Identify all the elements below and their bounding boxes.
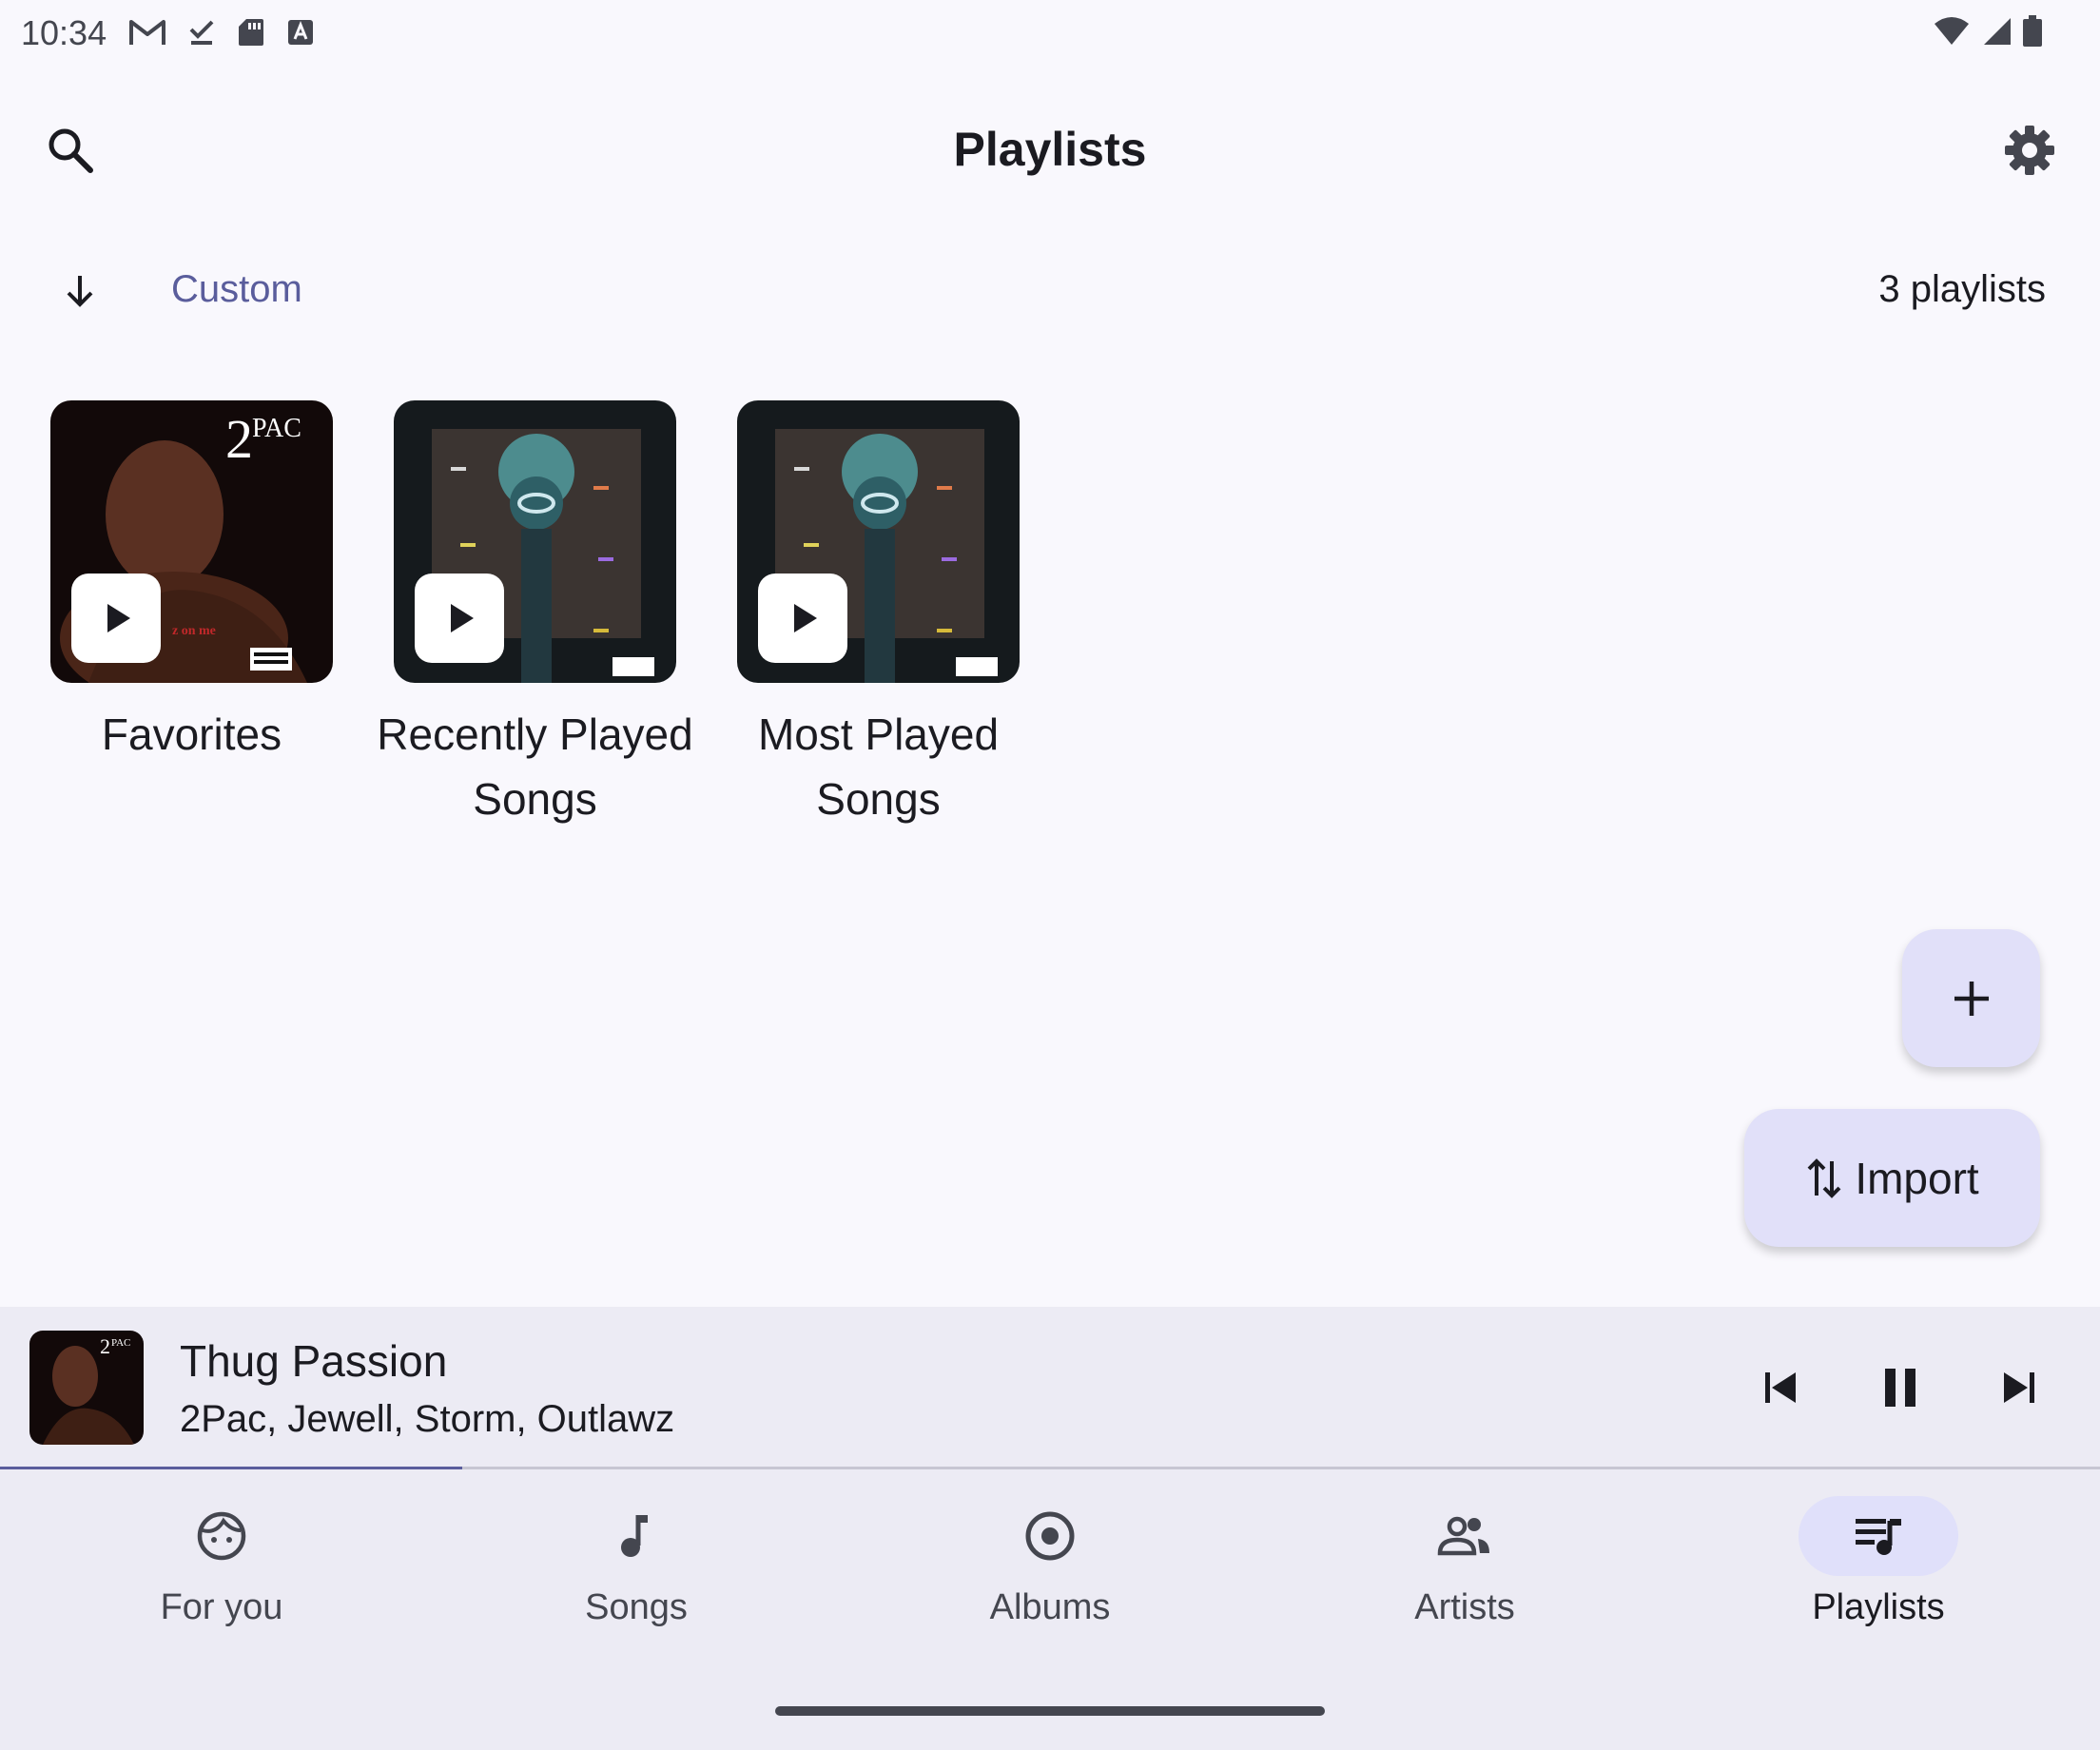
- previous-button[interactable]: [1742, 1350, 1818, 1426]
- nav-item-albums[interactable]: Albums: [907, 1496, 1193, 1628]
- svg-text:PAC: PAC: [252, 414, 301, 443]
- nav-label: Songs: [585, 1587, 688, 1627]
- play-icon: [784, 599, 822, 637]
- status-left-icons: [128, 17, 315, 48]
- playlist-tile-most-played[interactable]: Most Played Songs: [737, 400, 1020, 831]
- svg-text:z on me: z on me: [172, 624, 216, 638]
- add-playlist-button[interactable]: [1902, 929, 2040, 1067]
- status-time: 10:34: [21, 13, 107, 52]
- now-playing-bar[interactable]: 2 PAC Thug Passion 2Pac, Jewell, Storm, …: [0, 1307, 2100, 1468]
- keyboard-a-icon: [286, 18, 315, 47]
- settings-button[interactable]: [1992, 112, 2068, 188]
- skip-next-icon: [2000, 1369, 2038, 1407]
- skip-previous-icon: [1761, 1369, 1799, 1407]
- nav-label: Artists: [1414, 1587, 1515, 1627]
- gear-icon: [2004, 125, 2055, 176]
- playlist-title: Recently Played Songs: [377, 710, 693, 824]
- playlist-title: Most Played Songs: [757, 710, 1000, 824]
- now-playing-album-art: 2 PAC: [29, 1331, 144, 1445]
- import-label: Import: [1855, 1153, 1979, 1203]
- face-icon: [195, 1509, 248, 1563]
- battery-icon: [2022, 15, 2043, 48]
- music-note-icon: [610, 1509, 663, 1563]
- swap-vertical-icon: [1805, 1156, 1843, 1201]
- album-cover-2pac: 2 PAC z on me: [50, 400, 333, 683]
- sort-direction-button[interactable]: [42, 253, 118, 329]
- play-icon: [440, 599, 478, 637]
- nav-item-songs[interactable]: Songs: [494, 1496, 779, 1628]
- people-icon: [1436, 1509, 1493, 1563]
- play-most-played-button[interactable]: [758, 574, 847, 663]
- playlist-count: 3 playlists: [1878, 268, 2046, 310]
- sd-card-icon: [237, 17, 265, 48]
- nav-item-artists[interactable]: Artists: [1322, 1496, 1607, 1628]
- playlist-title: Favorites: [101, 710, 282, 759]
- svg-text:2: 2: [100, 1334, 110, 1358]
- gmail-icon: [128, 18, 166, 47]
- pause-button[interactable]: [1862, 1350, 1938, 1426]
- nav-label: Albums: [989, 1587, 1111, 1627]
- album-cover-airport: [737, 400, 1020, 683]
- page-title: Playlists: [953, 123, 1147, 176]
- play-icon: [97, 599, 135, 637]
- album-cover-airport: [394, 400, 676, 683]
- nav-label: For you: [160, 1587, 283, 1627]
- download-done-icon: [187, 18, 216, 47]
- svg-text:2: 2: [225, 408, 253, 470]
- nav-item-playlists[interactable]: Playlists: [1736, 1496, 2021, 1628]
- play-recently-played-button[interactable]: [415, 574, 504, 663]
- svg-text:PAC: PAC: [111, 1337, 130, 1349]
- import-playlist-button[interactable]: Import: [1744, 1109, 2040, 1247]
- playlist-tile-recently-played[interactable]: Recently Played Songs: [377, 400, 693, 831]
- cellular-signal-icon: [1980, 16, 2012, 47]
- nav-item-for-you[interactable]: For you: [79, 1496, 364, 1628]
- sort-order-label[interactable]: Custom: [171, 268, 302, 311]
- now-playing-artist: 2Pac, Jewell, Storm, Outlawz: [180, 1398, 675, 1440]
- queue-music-icon: [1852, 1509, 1905, 1563]
- gesture-handle[interactable]: [775, 1706, 1325, 1716]
- play-favorites-button[interactable]: [71, 574, 161, 663]
- next-button[interactable]: [1981, 1350, 2057, 1426]
- album-disc-icon: [1023, 1509, 1077, 1563]
- status-right-icons: [1933, 15, 2043, 48]
- wifi-icon: [1933, 16, 1971, 47]
- pause-icon: [1881, 1367, 1919, 1409]
- plus-icon: [1951, 978, 1993, 1020]
- playlist-tile-favorites[interactable]: 2 PAC z on me Favorites: [50, 400, 333, 767]
- nav-label: Playlists: [1812, 1587, 1945, 1627]
- arrow-down-icon: [61, 272, 99, 310]
- now-playing-title: Thug Passion: [180, 1336, 448, 1386]
- nav-active-indicator: [1799, 1496, 1958, 1576]
